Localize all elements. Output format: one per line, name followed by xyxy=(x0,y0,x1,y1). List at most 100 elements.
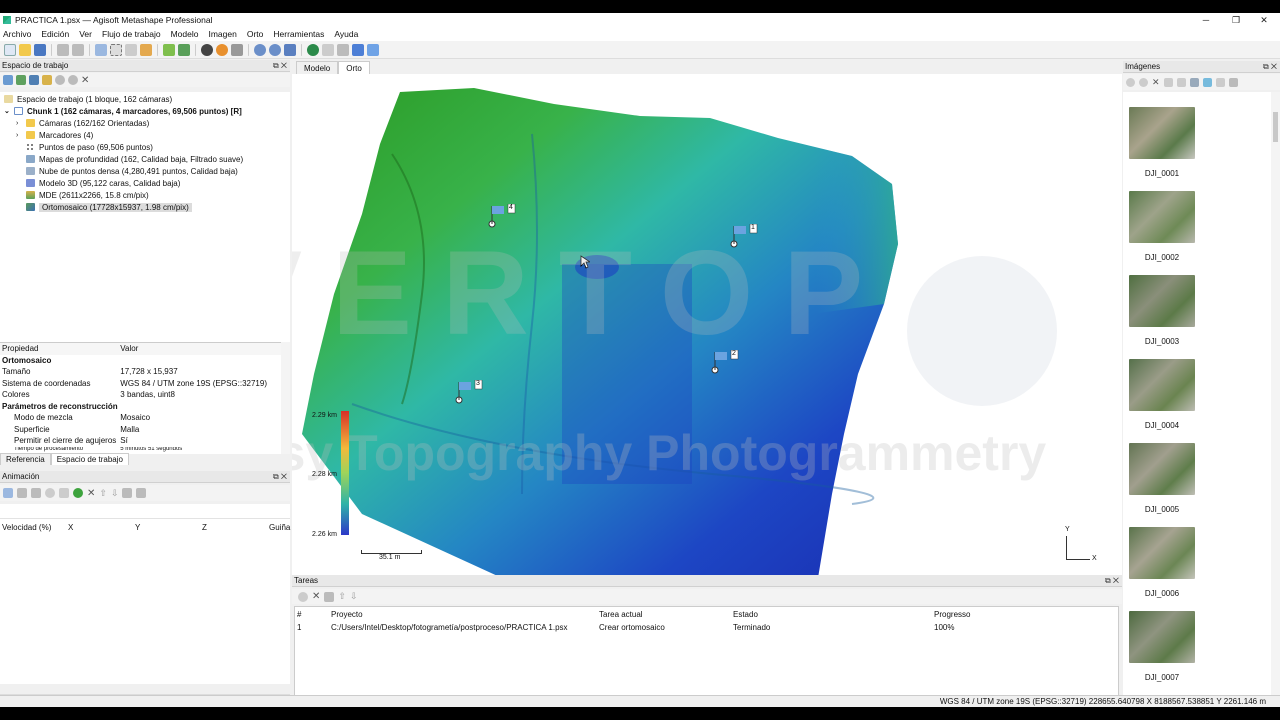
panel-float-close-icon[interactable]: ⧉ ✕ xyxy=(273,61,287,71)
menu-orto[interactable]: Orto xyxy=(247,29,264,39)
undo-icon[interactable] xyxy=(57,43,69,56)
tree-item-dem[interactable]: MDE (2611x2266, 15.8 cm/pix) xyxy=(4,189,290,201)
rectangle-selection-icon[interactable] xyxy=(110,43,122,56)
ortho-view[interactable]: 4 1 2 3 INVERTOP Geodesy Topography Phot… xyxy=(292,74,1122,580)
menu-herramientas[interactable]: Herramientas xyxy=(273,29,324,39)
tab-referencia[interactable]: Referencia xyxy=(0,453,51,465)
column-header[interactable]: Valor xyxy=(118,343,290,355)
ruler-icon[interactable] xyxy=(125,43,137,56)
show-markers-icon[interactable] xyxy=(352,43,364,56)
tree-item-tie-points[interactable]: Puntos de paso (69,506 puntos) xyxy=(4,141,290,153)
add-keyframe-icon[interactable] xyxy=(73,488,83,498)
new-icon[interactable] xyxy=(4,43,16,56)
image-thumbnail[interactable] xyxy=(1129,275,1195,327)
move-up-icon[interactable]: ⇧ xyxy=(99,488,107,499)
clear-icon[interactable] xyxy=(324,591,335,602)
animation-col-y[interactable]: Y xyxy=(135,523,140,532)
tree-item-depth-maps[interactable]: Mapas de profundidad (162, Calidad baja,… xyxy=(4,153,290,165)
image-thumbnail[interactable] xyxy=(1129,191,1195,243)
tasks-col-header[interactable]: Proyecto xyxy=(331,608,599,621)
navigation-cursor-icon[interactable] xyxy=(95,43,107,56)
list-item[interactable]: DJI_0001 xyxy=(1129,107,1202,178)
add-photos-icon[interactable] xyxy=(16,75,26,85)
grid-icon[interactable] xyxy=(322,43,334,56)
menu-modelo[interactable]: Modelo xyxy=(171,29,199,39)
image-thumbnail[interactable] xyxy=(1129,359,1195,411)
disable-image-icon[interactable] xyxy=(1139,77,1148,87)
remove-image-icon[interactable]: ✕ xyxy=(1152,77,1160,88)
tasks-col-header[interactable]: Tarea actual xyxy=(599,608,733,621)
image-thumbnail[interactable] xyxy=(1129,611,1195,663)
tree-root[interactable]: Espacio de trabajo (1 bloque, 162 cámara… xyxy=(4,93,290,105)
menu-imagen[interactable]: Imagen xyxy=(208,29,236,39)
properties-scrollbar[interactable] xyxy=(281,342,290,454)
tree-item-model[interactable]: Modelo 3D (95,122 caras, Calidad baja) xyxy=(4,177,290,189)
menu-archivo[interactable]: Archivo xyxy=(3,29,31,39)
move-down-icon[interactable]: ⇩ xyxy=(111,488,119,499)
disable-icon[interactable] xyxy=(55,75,65,85)
list-item[interactable]: DJI_0003 xyxy=(1129,275,1202,346)
capture-icon[interactable] xyxy=(59,488,69,498)
list-item[interactable]: DJI_0006 xyxy=(1129,527,1202,598)
image-thumbnail[interactable] xyxy=(1129,527,1195,579)
list-item[interactable]: DJI_0007 xyxy=(1129,611,1202,682)
globe-icon[interactable] xyxy=(307,43,319,56)
tasks-col-header[interactable]: # xyxy=(297,608,331,621)
camera-icon[interactable] xyxy=(337,43,349,56)
open-track-icon[interactable] xyxy=(17,488,27,498)
import-icon[interactable] xyxy=(42,75,52,85)
menu-ayuda[interactable]: Ayuda xyxy=(334,29,358,39)
reset-filter-icon[interactable] xyxy=(1176,77,1186,87)
draw-polyline-icon[interactable] xyxy=(140,43,152,56)
zoom-out-icon[interactable] xyxy=(269,43,281,56)
play-icon[interactable] xyxy=(45,488,55,498)
animation-settings-icon[interactable] xyxy=(136,488,147,498)
collapse-arrow-icon[interactable]: ⌄ xyxy=(4,107,14,115)
panel-float-close-icon[interactable]: ⧉ ✕ xyxy=(1105,576,1119,586)
menu-flujo-de-trabajo[interactable]: Flujo de trabajo xyxy=(102,29,161,39)
delete-keyframe-icon[interactable]: ✕ xyxy=(87,488,95,499)
move-up-icon[interactable]: ⇧ xyxy=(338,591,346,602)
track-settings-icon[interactable] xyxy=(31,488,41,498)
animation-col-x[interactable]: X xyxy=(68,523,73,532)
show-shapes-icon[interactable] xyxy=(367,43,379,56)
columns-icon[interactable] xyxy=(1228,77,1238,87)
close-window-button[interactable]: ✕ xyxy=(1250,13,1278,27)
expand-arrow-icon[interactable]: › xyxy=(16,132,26,139)
save-icon[interactable] xyxy=(34,43,46,56)
images-scrollbar[interactable] xyxy=(1271,92,1280,704)
marker-tool-icon[interactable] xyxy=(163,43,175,56)
shading-icon[interactable] xyxy=(201,43,213,56)
animation-col-velocity[interactable]: Velocidad (%) xyxy=(2,523,51,532)
new-track-icon[interactable] xyxy=(3,488,13,498)
list-item[interactable]: DJI_0004 xyxy=(1129,359,1202,430)
move-down-icon[interactable]: ⇩ xyxy=(350,591,358,602)
texture-icon[interactable] xyxy=(216,43,228,56)
add-folder-icon[interactable] xyxy=(29,75,39,85)
image-tool-icon[interactable] xyxy=(178,43,190,56)
tree-item-dense-cloud[interactable]: Nube de puntos densa (4,280,491 puntos, … xyxy=(4,165,290,177)
cancel-task-icon[interactable]: ✕ xyxy=(312,591,320,602)
preview-icon[interactable] xyxy=(122,488,133,498)
tab-modelo[interactable]: Modelo xyxy=(296,61,339,75)
maximize-button[interactable]: ❐ xyxy=(1222,13,1250,27)
image-thumbnail[interactable] xyxy=(1129,107,1195,159)
tab-orto[interactable]: Orto xyxy=(338,61,370,75)
marker-3[interactable]: 3 xyxy=(455,379,485,406)
tree-item-cameras[interactable]: › Cámaras (162/162 Orientadas) xyxy=(4,117,290,129)
details-view-icon[interactable] xyxy=(1215,77,1225,87)
zoom-in-icon[interactable] xyxy=(254,43,266,56)
enable-icon[interactable] xyxy=(68,75,78,85)
rotate-icon[interactable] xyxy=(1163,77,1173,87)
list-item[interactable]: DJI_0005 xyxy=(1129,443,1202,514)
column-header[interactable]: Propiedad xyxy=(0,343,118,355)
panel-float-close-icon[interactable]: ⧉ ✕ xyxy=(273,472,287,482)
enable-image-icon[interactable] xyxy=(1126,77,1135,87)
table-row[interactable]: 1 C:/Users/Intel/Desktop/fotogrametía/po… xyxy=(297,621,1054,634)
scrollbar-thumb[interactable] xyxy=(1273,112,1278,142)
minimize-button[interactable]: ─ xyxy=(1192,13,1220,27)
redo-icon[interactable] xyxy=(72,43,84,56)
open-folder-icon[interactable] xyxy=(19,43,31,56)
tasks-col-header[interactable]: Estado xyxy=(733,608,934,621)
animation-col-yaw[interactable]: Guiña xyxy=(269,523,290,532)
